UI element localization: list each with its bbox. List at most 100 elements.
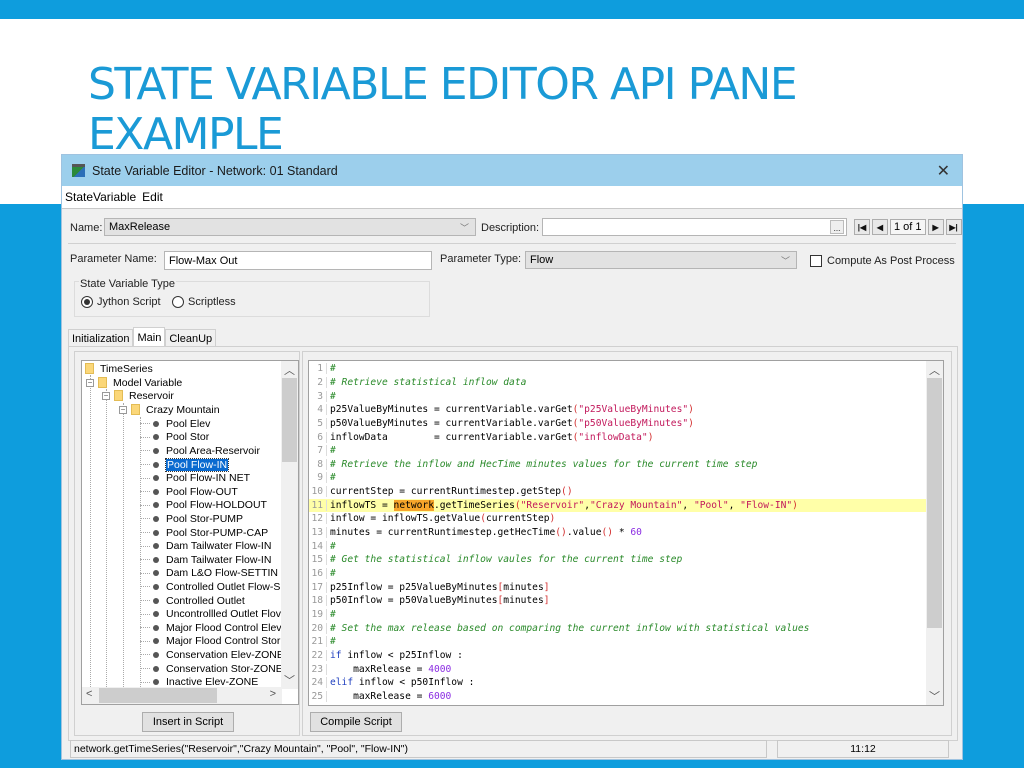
- code-text: elif inflow < p50Inflow :: [330, 677, 475, 689]
- code-line[interactable]: 22 if inflow < p25Inflow :: [309, 649, 926, 663]
- code-line[interactable]: 15 # Get the statistical inflow vaules fo…: [309, 553, 926, 567]
- tree-horizontal-scrollbar[interactable]: < >: [82, 687, 282, 704]
- code-line[interactable]: 19 #: [309, 608, 926, 622]
- compute-post-process[interactable]: Compute As Post Process: [810, 255, 955, 267]
- tree-scroll-thumb[interactable]: [282, 378, 297, 462]
- tab-bar: Initialization Main CleanUp: [68, 327, 217, 347]
- tree-leaf[interactable]: Pool Stor-PUMP: [140, 512, 243, 526]
- code-text: #: [330, 608, 336, 620]
- tree-leaf[interactable]: Conservation Elev-ZONE: [140, 648, 284, 662]
- code-line[interactable]: 6 inflowData = currentVariable.varGet("in…: [309, 430, 926, 444]
- tree-leaf[interactable]: Major Flood Control Stor: [140, 635, 280, 649]
- code-line[interactable]: 25 maxRelease = 6000: [309, 690, 926, 704]
- tree-leaf[interactable]: Pool Flow-IN: [140, 457, 230, 472]
- first-page-icon[interactable]: |◀: [854, 219, 870, 235]
- radio-selected[interactable]: [81, 296, 93, 308]
- code-line[interactable]: 5 p50ValueByMinutes = currentVariable.var…: [309, 417, 926, 431]
- name-dropdown[interactable]: MaxRelease ﹀: [104, 218, 476, 236]
- tree-hscroll-thumb[interactable]: [99, 688, 217, 703]
- tree-node-timeseries[interactable]: TimeSeries: [85, 362, 153, 376]
- code-scroll-thumb[interactable]: [927, 378, 942, 628]
- leaf-bullet-icon: [153, 515, 159, 522]
- code-line[interactable]: 11 inflowTS = network.getTimeSeries("Rese…: [309, 498, 926, 513]
- tree-leaf[interactable]: Dam Tailwater Flow-IN: [140, 539, 271, 553]
- menu-statevariable[interactable]: StateVariable: [62, 190, 139, 204]
- compile-script-button[interactable]: Compile Script: [310, 712, 402, 732]
- code-text: # Get the statistical inflow vaules for …: [330, 554, 683, 566]
- radio-jython-script[interactable]: Jython Script: [81, 296, 161, 308]
- radio-scriptless[interactable]: Scriptless: [172, 296, 236, 308]
- insert-in-script-button[interactable]: Insert in Script: [142, 712, 234, 732]
- parameter-name-input[interactable]: Flow-Max Out: [164, 251, 432, 270]
- tree-leaf[interactable]: Pool Flow-HOLDOUT: [140, 499, 267, 513]
- menu-edit[interactable]: Edit: [139, 190, 166, 204]
- code-line[interactable]: 3 #: [309, 389, 926, 403]
- scroll-left-icon[interactable]: <: [86, 688, 92, 700]
- radio-unselected[interactable]: [172, 296, 184, 308]
- tab-initialization[interactable]: Initialization: [68, 329, 134, 347]
- tree-leaf[interactable]: Controlled Outlet: [140, 594, 245, 608]
- tree-leaf[interactable]: Uncontrollled Outlet Flov: [140, 607, 281, 621]
- code-line[interactable]: 21 #: [309, 635, 926, 649]
- tree-leaf[interactable]: Major Flood Control Elev: [140, 621, 282, 635]
- tree-leaf[interactable]: Pool Stor-PUMP-CAP: [140, 526, 268, 540]
- scroll-up-icon[interactable]: ︿: [926, 362, 943, 378]
- code-line[interactable]: 2 # Retrieve statistical inflow data: [309, 376, 926, 390]
- code-line[interactable]: 24 elif inflow < p50Inflow :: [309, 676, 926, 690]
- code-line[interactable]: 9 #: [309, 471, 926, 485]
- code-line[interactable]: 14 #: [309, 539, 926, 553]
- code-text: #: [330, 390, 336, 402]
- parameter-type-dropdown[interactable]: Flow ﹀: [525, 251, 797, 269]
- tree-leaf[interactable]: Dam L&O Flow-SETTIN: [140, 567, 278, 581]
- compute-post-process-checkbox[interactable]: [810, 255, 822, 267]
- line-number: 21: [309, 636, 327, 648]
- last-page-icon[interactable]: ▶|: [945, 219, 962, 235]
- tree-leaf[interactable]: Pool Elev: [140, 417, 210, 431]
- code-line[interactable]: 10 currentStep = currentRuntimestep.getSt…: [309, 485, 926, 499]
- tree-leaf[interactable]: Pool Area-Reservoir: [140, 444, 260, 458]
- next-page-icon[interactable]: ▶: [927, 219, 944, 235]
- tab-cleanup[interactable]: CleanUp: [165, 329, 217, 347]
- code-line[interactable]: 17 p25Inflow = p25ValueByMinutes[minutes]: [309, 580, 926, 594]
- tree-node-model-variable[interactable]: − Model Variable: [86, 376, 182, 390]
- tree-node-crazy-mountain[interactable]: − Crazy Mountain: [119, 403, 220, 417]
- tree-vertical-scrollbar[interactable]: ︿ ﹀: [281, 361, 298, 689]
- tree-leaf[interactable]: Dam Tailwater Flow-IN: [140, 553, 271, 567]
- code-line[interactable]: 13 minutes = currentRuntimestep.getHecTim…: [309, 526, 926, 540]
- code-line[interactable]: 20 # Set the max release based on compari…: [309, 621, 926, 635]
- tree-leaf-label: Conservation Stor-ZONE: [166, 662, 283, 675]
- collapse-icon[interactable]: −: [86, 378, 94, 387]
- close-icon[interactable]: ✕: [937, 161, 950, 180]
- code-line[interactable]: 4 p25ValueByMinutes = currentVariable.var…: [309, 403, 926, 417]
- scroll-right-icon[interactable]: >: [270, 688, 276, 700]
- collapse-icon[interactable]: −: [119, 405, 127, 414]
- code-vertical-scrollbar[interactable]: ︿ ﹀: [926, 361, 943, 705]
- code-line[interactable]: 7 #: [309, 444, 926, 458]
- code-line[interactable]: 8 # Retrieve the inflow and HecTime minut…: [309, 458, 926, 472]
- tree-leaf[interactable]: Conservation Stor-ZONE: [140, 662, 283, 676]
- code-line[interactable]: 23 maxRelease = 4000: [309, 662, 926, 676]
- description-input[interactable]: ...: [542, 218, 847, 236]
- prev-page-icon[interactable]: ◀: [872, 219, 888, 235]
- tree-node-reservoir[interactable]: − Reservoir: [102, 389, 174, 403]
- tree-leaf-label: Pool Stor-PUMP: [166, 512, 244, 525]
- line-number: 4: [309, 404, 327, 416]
- ellipsis-button[interactable]: ...: [830, 220, 844, 234]
- tab-main[interactable]: Main: [133, 327, 166, 347]
- tree-leaf[interactable]: Pool Stor: [140, 431, 209, 445]
- tree-leaf[interactable]: Pool Flow-IN NET: [140, 471, 250, 485]
- api-tree[interactable]: TimeSeries − Model Variable − Reservoir …: [81, 360, 299, 705]
- line-number: 5: [309, 417, 327, 429]
- script-editor[interactable]: 1 #2 # Retrieve statistical inflow data 3 #4…: [308, 360, 944, 706]
- divider: [68, 243, 956, 244]
- scroll-down-icon[interactable]: ﹀: [926, 688, 943, 704]
- tree-leaf[interactable]: Pool Flow-OUT: [140, 485, 238, 499]
- scroll-down-icon[interactable]: ﹀: [281, 672, 298, 688]
- tree-leaf[interactable]: Controlled Outlet Flow-S: [140, 580, 280, 594]
- scroll-up-icon[interactable]: ︿: [281, 362, 298, 378]
- code-line[interactable]: 12 inflow = inflowTS.getValue(currentStep…: [309, 512, 926, 526]
- code-line[interactable]: 16 #: [309, 567, 926, 581]
- code-line[interactable]: 1 #: [309, 362, 926, 376]
- collapse-icon[interactable]: −: [102, 391, 110, 400]
- code-line[interactable]: 18 p50Inflow = p50ValueByMinutes[minutes]: [309, 594, 926, 608]
